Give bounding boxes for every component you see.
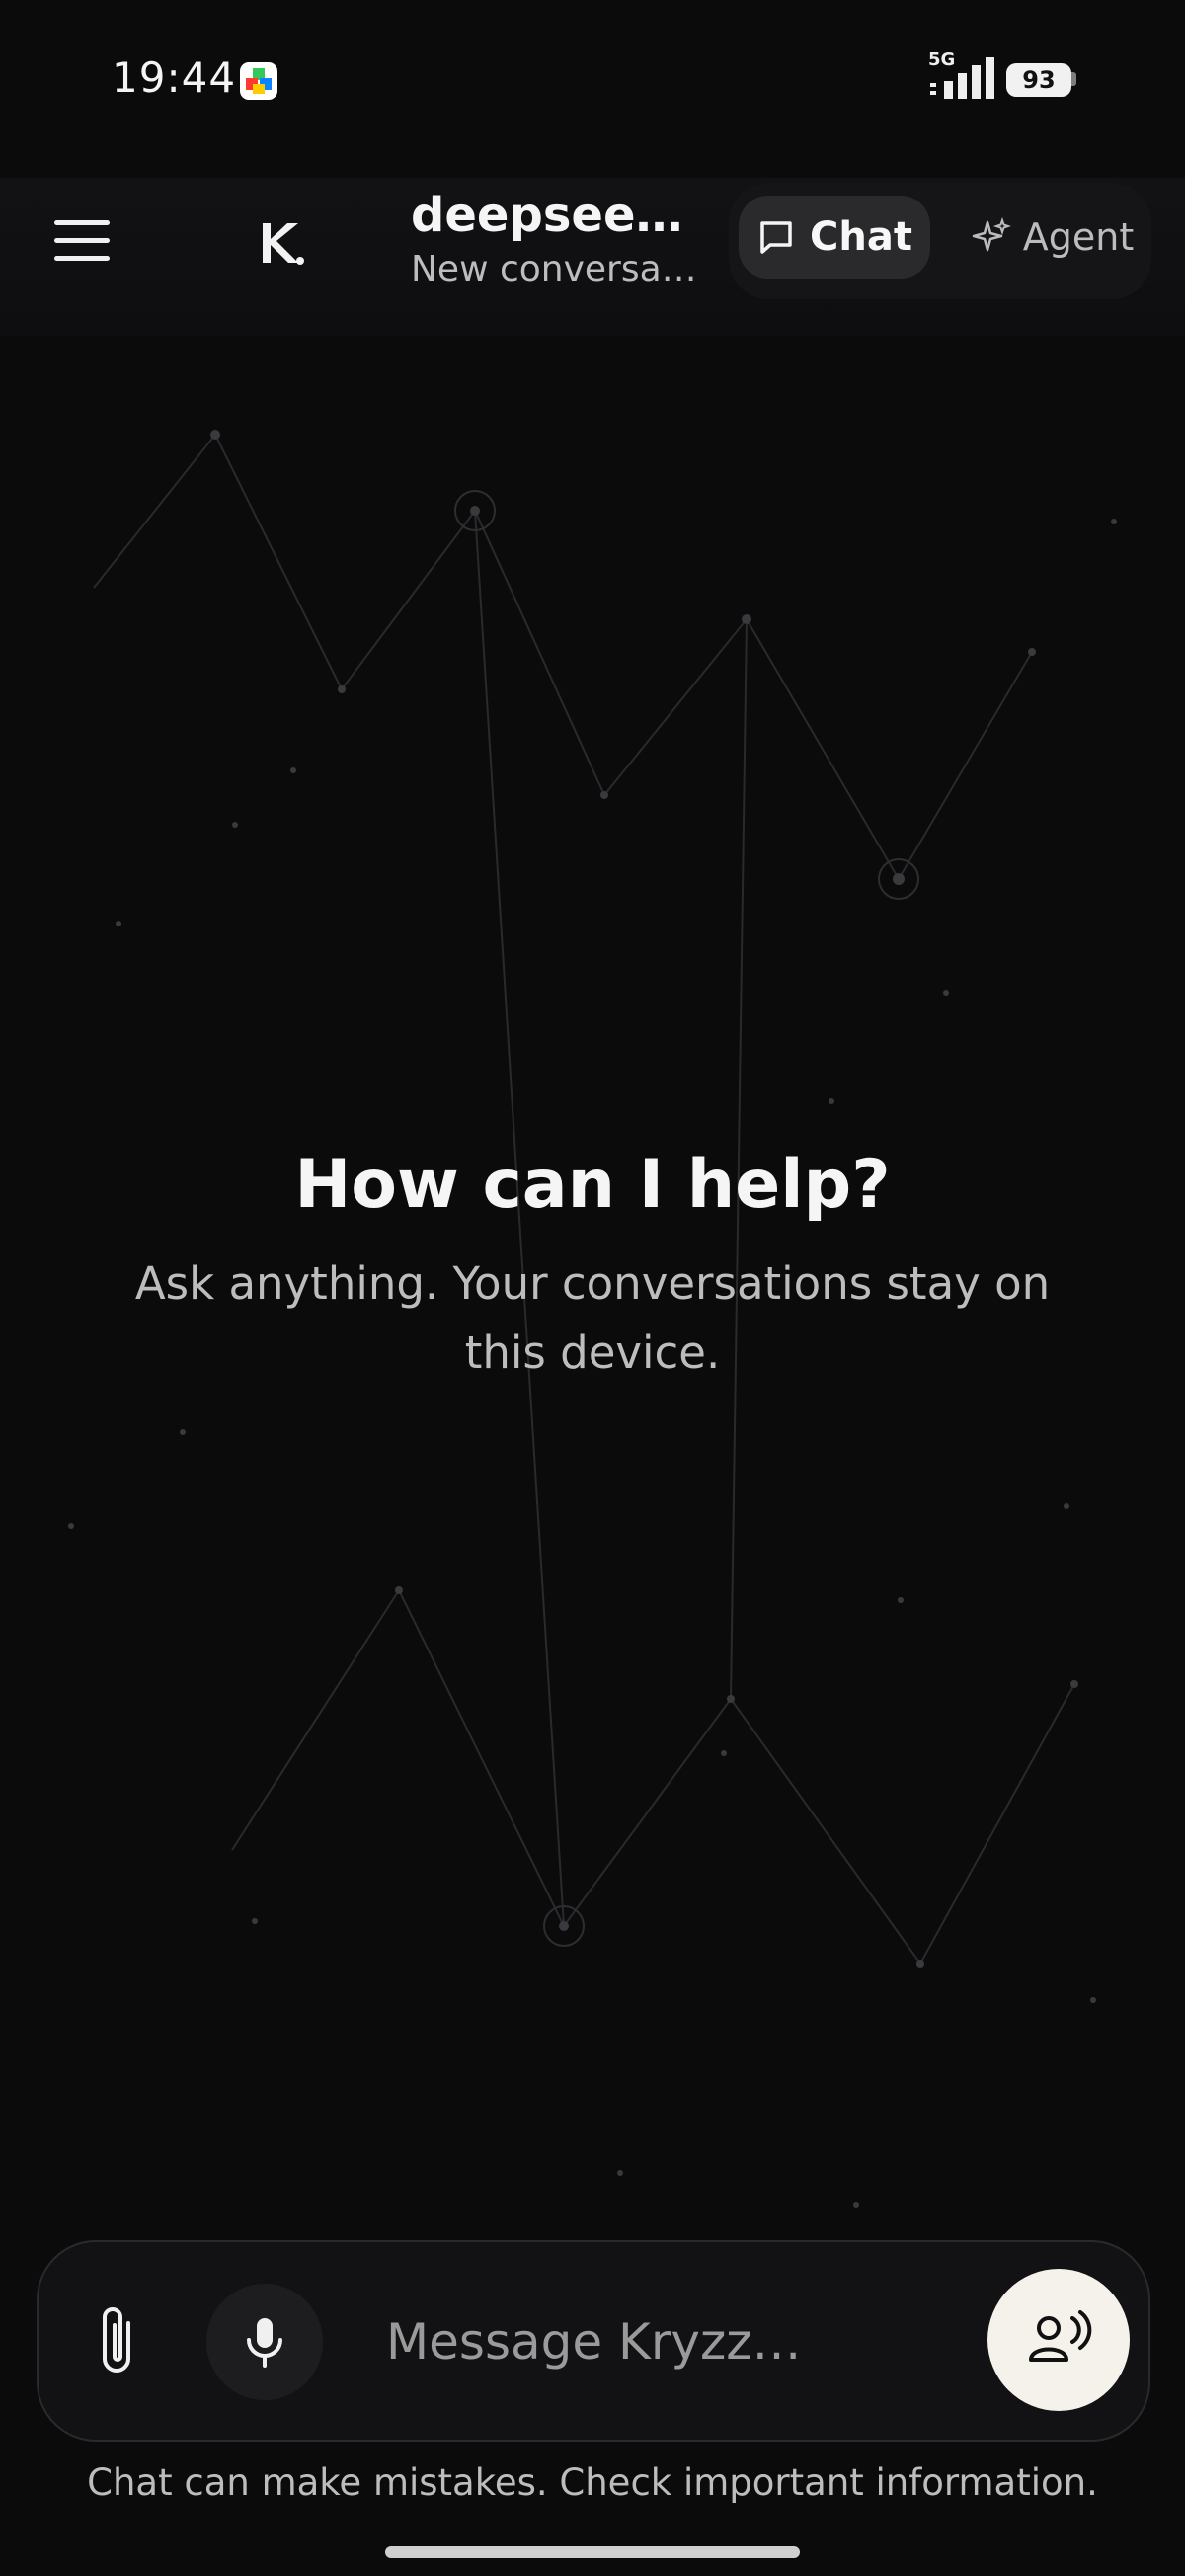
model-title[interactable]: deepseek-… (411, 188, 697, 243)
chat-bubble-icon (760, 221, 792, 254)
status-bar: 19:44 5G 93 (0, 0, 1185, 158)
battery-icon (1071, 72, 1076, 86)
tab-chat[interactable]: Chat (739, 196, 930, 279)
microphone-button[interactable] (206, 2284, 323, 2400)
voice-mode-button[interactable] (988, 2269, 1130, 2411)
app-header: deepseek-… New conversa… Chat Agent (0, 178, 1185, 336)
paperclip-icon[interactable] (93, 2301, 142, 2380)
sparkle-icon (972, 216, 1011, 252)
voice-mode-icon (1029, 2310, 1092, 2362)
message-input[interactable] (384, 2301, 990, 2382)
page-subtitle: Ask anything. Your conversations stay on… (134, 1257, 1051, 1379)
disclaimer-text: Chat can make mistakes. Check important … (87, 2461, 1098, 2504)
tab-agent[interactable]: Agent (958, 196, 1146, 279)
signal-icon (930, 57, 994, 99)
mode-switch: Chat Agent (729, 183, 1151, 299)
conversation-subtitle: New conversa… (411, 249, 697, 289)
page-title: How can I help? (294, 1146, 891, 1224)
battery-level: 93 (1006, 63, 1071, 97)
empty-state: How can I help? Ask anything. Your conve… (0, 1146, 1185, 1388)
hamburger-menu-icon[interactable] (54, 217, 114, 267)
colorful-app-icon (240, 62, 277, 100)
microphone-icon (247, 2318, 282, 2368)
status-time: 19:44 (112, 53, 237, 102)
home-indicator[interactable] (385, 2546, 800, 2558)
tab-agent-label: Agent (1022, 215, 1135, 259)
message-composer (37, 2240, 1150, 2442)
tab-chat-label: Chat (810, 214, 912, 260)
kryzz-logo-icon (263, 223, 304, 265)
